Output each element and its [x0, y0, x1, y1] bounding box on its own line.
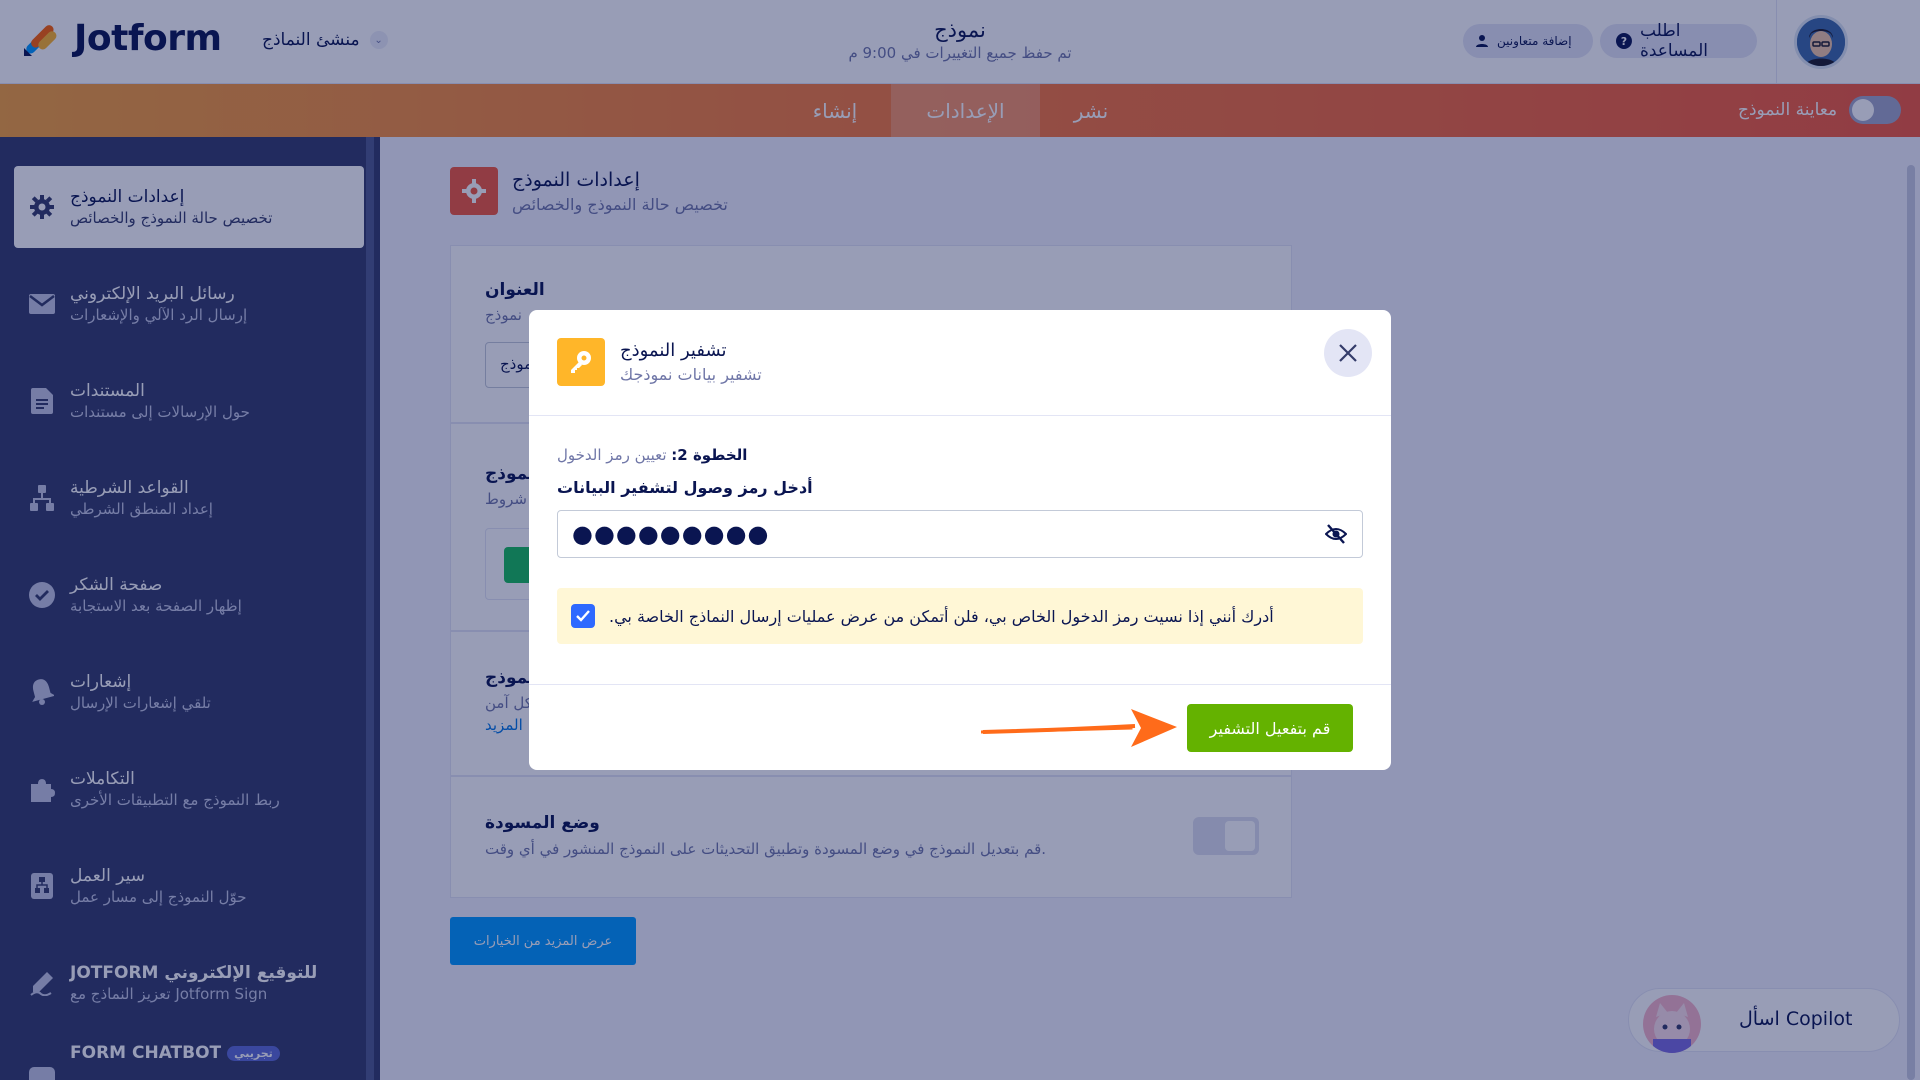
step-indicator: الخطوة 2: تعيين رمز الدخول: [557, 446, 747, 464]
close-icon: [1339, 344, 1357, 362]
password-label: أدخل رمز وصول لتشفير البيانات: [557, 478, 813, 497]
toggle-visibility-button[interactable]: [1323, 522, 1349, 546]
acknowledge-text: .أدرك أنني إذا نسيت رمز الدخول الخاص بي،…: [609, 606, 1274, 626]
step-text: تعيين رمز الدخول: [557, 446, 667, 464]
form-encryption-modal: تشفير النموذج تشفير بيانات نموذجك الخطوة…: [529, 310, 1391, 770]
modal-title: تشفير النموذج: [620, 340, 727, 361]
arrow-annotation: [981, 709, 1177, 747]
access-code-input[interactable]: ●●●●●●●●●: [557, 510, 1363, 558]
acknowledge-box: .أدرك أنني إذا نسيت رمز الدخول الخاص بي،…: [557, 588, 1363, 644]
key-icon-tile: [557, 338, 605, 386]
modal-body: الخطوة 2: تعيين رمز الدخول أدخل رمز وصول…: [529, 416, 1391, 666]
eye-slash-icon: [1325, 524, 1347, 544]
key-icon: [571, 351, 591, 373]
close-button[interactable]: [1324, 329, 1372, 377]
modal-header: تشفير النموذج تشفير بيانات نموذجك: [529, 310, 1391, 416]
step-number: الخطوة 2:: [671, 446, 748, 464]
modal-footer: قم بتفعيل التشفير: [529, 684, 1391, 770]
checkmark-icon: [576, 610, 590, 622]
activate-encryption-button[interactable]: قم بتفعيل التشفير: [1187, 704, 1353, 752]
acknowledge-checkbox[interactable]: [571, 604, 595, 628]
modal-subtitle: تشفير بيانات نموذجك: [620, 365, 762, 384]
